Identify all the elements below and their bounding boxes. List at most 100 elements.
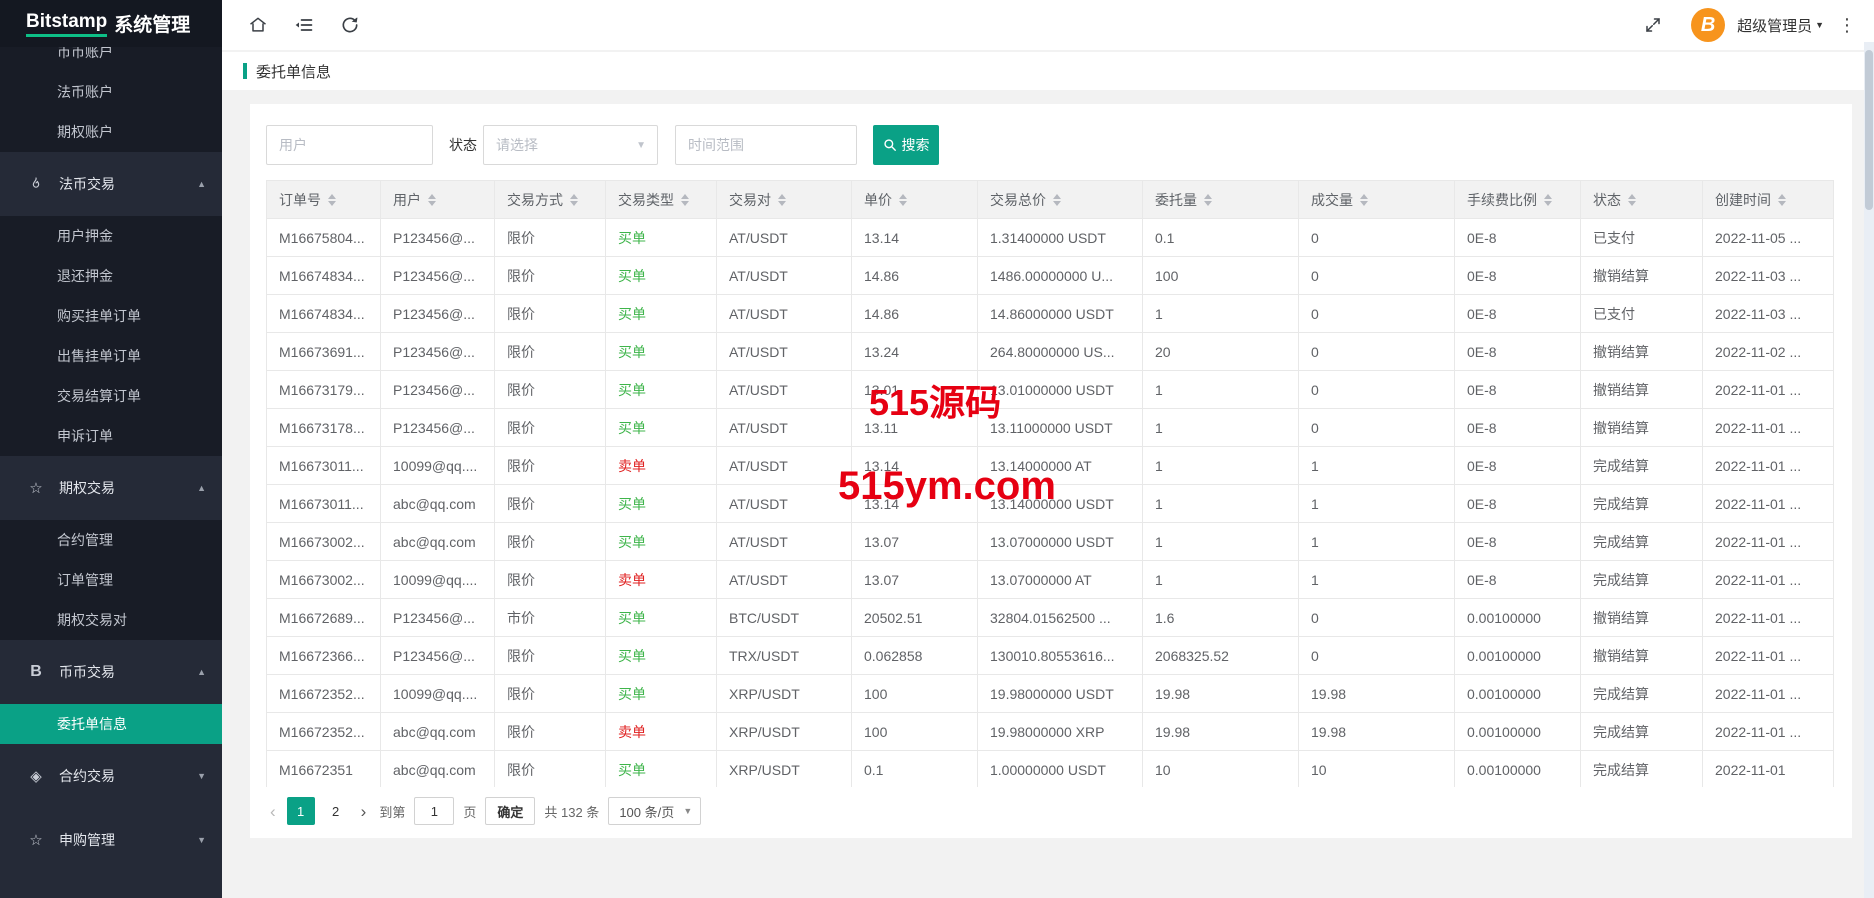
column-header[interactable]: 状态 (1581, 181, 1703, 219)
sort-asc-icon (1544, 194, 1552, 199)
cell-pair: XRP/USDT (717, 675, 852, 713)
page-size-select[interactable]: 100 条/页▼ (608, 797, 701, 825)
time-range-input[interactable] (675, 125, 857, 165)
column-header-label: 成交量 (1311, 190, 1353, 210)
sidebar-item[interactable]: 退还押金 (0, 256, 222, 296)
column-header[interactable]: 交易类型 (606, 181, 717, 219)
cell-pair: AT/USDT (717, 333, 852, 371)
sort-icon[interactable] (1360, 194, 1368, 206)
sidebar-item[interactable]: 申诉订单 (0, 416, 222, 456)
cell-user: P123456@... (381, 295, 495, 333)
column-header[interactable]: 手续费比例 (1455, 181, 1581, 219)
cell-status: 撤销结算 (1581, 637, 1703, 675)
sidebar-group[interactable]: ☆申购管理▼ (0, 808, 222, 872)
sort-icon[interactable] (778, 194, 786, 206)
sidebar-item[interactable]: 交易结算订单 (0, 376, 222, 416)
pagination-page-1[interactable]: 1 (287, 797, 315, 825)
more-vertical-icon[interactable]: ⋮ (1838, 15, 1856, 36)
sort-icon[interactable] (1628, 194, 1636, 206)
sort-icon[interactable] (1544, 194, 1552, 206)
cell-side: 卖单 (606, 713, 717, 751)
column-header-inner: 交易对 (729, 190, 839, 210)
sidebar-item[interactable]: 用户押金 (0, 216, 222, 256)
collapse-menu-icon[interactable] (292, 13, 316, 37)
sidebar-item[interactable]: 订单管理 (0, 560, 222, 600)
column-header[interactable]: 用户 (381, 181, 495, 219)
goto-page-input[interactable] (414, 797, 454, 825)
cell-pair: AT/USDT (717, 485, 852, 523)
cell-created: 2022-11-01 ... (1703, 409, 1834, 447)
home-icon[interactable] (246, 13, 270, 37)
cell-price: 13.07 (852, 523, 978, 561)
page-scrollbar-thumb[interactable] (1865, 50, 1873, 210)
sidebar-group[interactable]: B币币交易▲ (0, 640, 222, 704)
column-header[interactable]: 成交量 (1299, 181, 1455, 219)
column-header-label: 状态 (1593, 190, 1621, 210)
cell-user: P123456@... (381, 257, 495, 295)
sort-icon[interactable] (428, 194, 436, 206)
sort-asc-icon (428, 194, 436, 199)
column-header[interactable]: 创建时间 (1703, 181, 1834, 219)
sidebar-group[interactable]: ◈合约交易▼ (0, 744, 222, 808)
column-header[interactable]: 交易对 (717, 181, 852, 219)
pagination: ‹12›到第页确定共 132 条100 条/页▼ (266, 797, 1852, 825)
sidebar-item[interactable]: 期权交易对 (0, 600, 222, 640)
sort-icon[interactable] (1204, 194, 1212, 206)
sort-icon[interactable] (899, 194, 907, 206)
column-header[interactable]: 单价 (852, 181, 978, 219)
cell-created: 2022-11-01 ... (1703, 675, 1834, 713)
gem-icon: ◈ (26, 767, 46, 785)
sidebar-item[interactable]: 委托单信息 (0, 704, 222, 744)
user-filter-input[interactable] (266, 125, 433, 165)
cell-amount: 19.98 (1143, 675, 1299, 713)
search-button-label: 搜索 (902, 135, 930, 155)
cell-amount: 20 (1143, 333, 1299, 371)
sidebar-item[interactable]: 购买挂单订单 (0, 296, 222, 336)
confirm-page-button[interactable]: 确定 (485, 797, 535, 825)
cell-filled: 10 (1299, 751, 1455, 788)
sort-icon[interactable] (328, 194, 336, 206)
column-header[interactable]: 订单号 (267, 181, 381, 219)
sidebar-item[interactable]: 出售挂单订单 (0, 336, 222, 376)
table-row: M16673002...abc@qq.com限价买单AT/USDT13.0713… (267, 523, 1834, 561)
sidebar-group[interactable]: 法币交易▲ (0, 152, 222, 216)
sidebar-item[interactable]: 法币账户 (0, 72, 222, 112)
column-header[interactable]: 委托量 (1143, 181, 1299, 219)
pagination-prev-button[interactable]: ‹ (266, 803, 280, 820)
cell-user: P123456@... (381, 637, 495, 675)
table-row: M16673691...P123456@...限价买单AT/USDT13.242… (267, 333, 1834, 371)
cell-created: 2022-11-05 ... (1703, 219, 1834, 257)
cell-order: M16672351 (267, 751, 381, 788)
refresh-icon[interactable] (338, 13, 362, 37)
cell-side: 买单 (606, 295, 717, 333)
cell-status: 已支付 (1581, 295, 1703, 333)
search-button[interactable]: 搜索 (873, 125, 939, 165)
user-menu[interactable]: 超级管理员 (1737, 15, 1812, 36)
column-header[interactable]: 交易方式 (495, 181, 606, 219)
status-filter-select[interactable]: 请选择 ▼ (483, 125, 658, 165)
chevron-down-icon: ▼ (197, 771, 206, 781)
sort-icon[interactable] (1053, 194, 1061, 206)
bitcoin-avatar-icon[interactable]: B (1691, 8, 1725, 42)
cell-user: P123456@... (381, 409, 495, 447)
sort-icon[interactable] (1778, 194, 1786, 206)
cell-created: 2022-11-01 ... (1703, 447, 1834, 485)
cell-price: 13.14 (852, 447, 978, 485)
sort-icon[interactable] (570, 194, 578, 206)
cell-user: 10099@qq.... (381, 675, 495, 713)
pagination-page-2[interactable]: 2 (322, 797, 350, 825)
sort-desc-icon (1628, 201, 1636, 206)
sort-icon[interactable] (681, 194, 689, 206)
table-row: M16672351abc@qq.com限价买单XRP/USDT0.11.0000… (267, 751, 1834, 788)
sort-asc-icon (1053, 194, 1061, 199)
cell-created: 2022-11-01 ... (1703, 599, 1834, 637)
cell-fee: 0E-8 (1455, 333, 1581, 371)
fullscreen-icon[interactable] (1641, 13, 1665, 37)
column-header[interactable]: 交易总价 (978, 181, 1143, 219)
sidebar-group[interactable]: ☆期权交易▲ (0, 456, 222, 520)
sort-asc-icon (570, 194, 578, 199)
sidebar-item[interactable]: 期权账户 (0, 112, 222, 152)
pagination-next-button[interactable]: › (357, 803, 371, 820)
sidebar-item[interactable]: 合约管理 (0, 520, 222, 560)
cell-status: 已支付 (1581, 219, 1703, 257)
